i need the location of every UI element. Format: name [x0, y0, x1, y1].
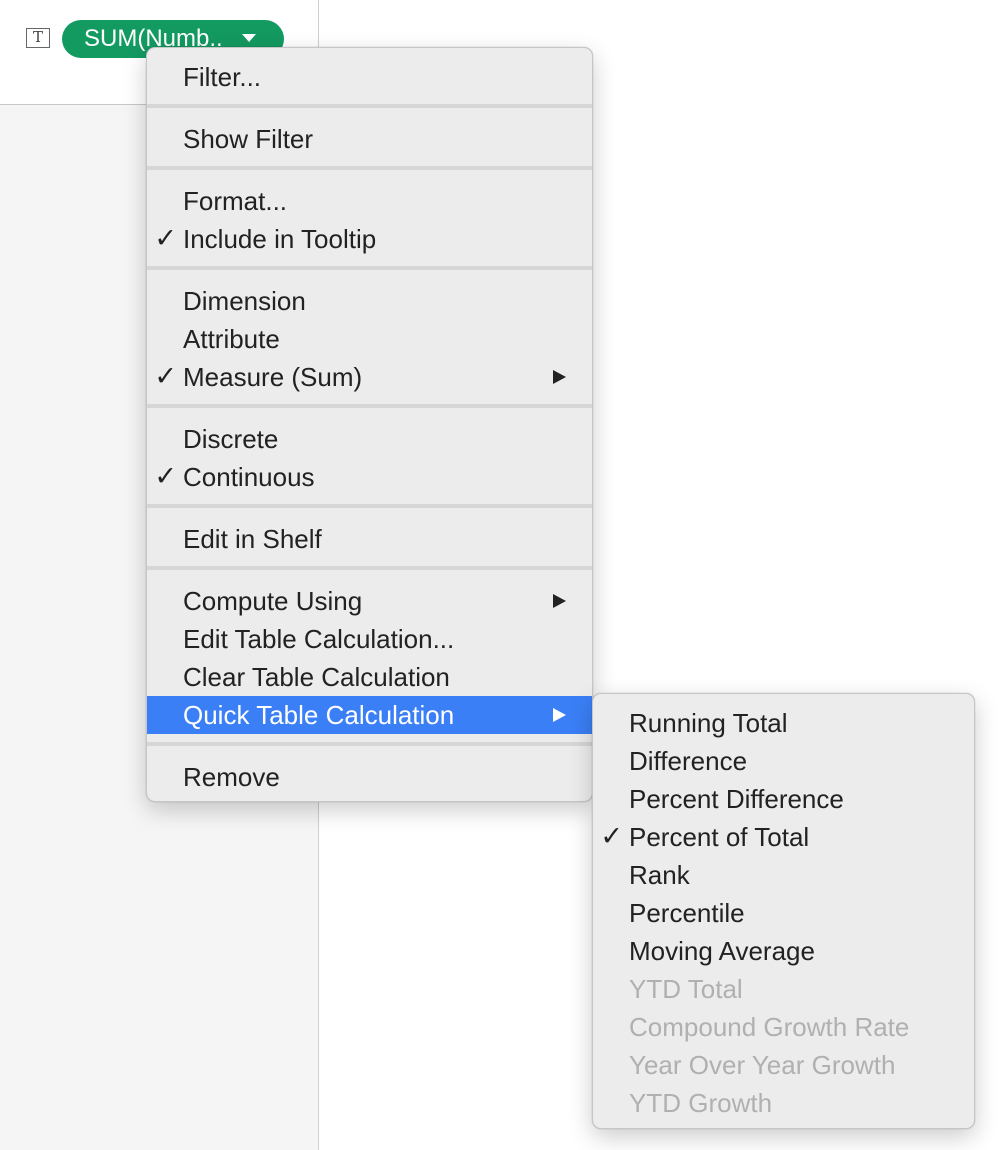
menu-item-format[interactable]: Format...	[147, 182, 592, 220]
submenu-item-compound-growth-rate: Compound Growth Rate	[593, 1008, 974, 1046]
menu-item-label: Show Filter	[183, 124, 314, 154]
text-mark-icon[interactable]: T	[26, 28, 50, 48]
menu-separator	[147, 266, 592, 270]
checkmark-icon: ✓	[600, 821, 623, 852]
submenu-item-percent-difference[interactable]: Percent Difference	[593, 780, 974, 818]
menu-item-label: Difference	[629, 746, 748, 776]
menu-item-label: Dimension	[183, 286, 306, 316]
submenu-item-moving-average[interactable]: Moving Average	[593, 932, 974, 970]
submenu-item-rank[interactable]: Rank	[593, 856, 974, 894]
menu-item-label: Clear Table Calculation	[183, 662, 450, 692]
menu-item-label: Quick Table Calculation	[183, 700, 455, 730]
menu-item-dimension[interactable]: Dimension	[147, 282, 592, 320]
checkmark-icon: ✓	[154, 361, 177, 392]
submenu-item-ytd-growth: YTD Growth	[593, 1084, 974, 1122]
checkmark-icon: ✓	[154, 461, 177, 492]
menu-item-label: Percent Difference	[629, 784, 844, 814]
menu-item-show-filter[interactable]: Show Filter	[147, 120, 592, 158]
menu-item-label: Format...	[183, 186, 288, 216]
menu-item-label: Compound Growth Rate	[629, 1012, 910, 1042]
field-context-menu: Filter... Show Filter Format... ✓ Includ…	[146, 47, 593, 802]
submenu-item-ytd-total: YTD Total	[593, 970, 974, 1008]
menu-item-remove[interactable]: Remove	[147, 758, 592, 796]
menu-item-label: Compute Using	[183, 586, 363, 616]
menu-item-edit-table-calculation[interactable]: Edit Table Calculation...	[147, 620, 592, 658]
menu-item-label: Running Total	[629, 708, 788, 738]
menu-item-measure-sum[interactable]: ✓ Measure (Sum)	[147, 358, 592, 396]
menu-separator	[147, 504, 592, 508]
menu-item-compute-using[interactable]: Compute Using	[147, 582, 592, 620]
menu-item-filter[interactable]: Filter...	[147, 58, 592, 96]
menu-item-attribute[interactable]: Attribute	[147, 320, 592, 358]
submenu-arrow-icon	[553, 370, 566, 384]
menu-item-label: Continuous	[183, 462, 315, 492]
submenu-arrow-icon	[553, 594, 566, 608]
menu-item-label: Measure (Sum)	[183, 362, 363, 392]
menu-item-discrete[interactable]: Discrete	[147, 420, 592, 458]
menu-item-label: Rank	[629, 860, 690, 890]
menu-item-clear-table-calculation[interactable]: Clear Table Calculation	[147, 658, 592, 696]
menu-item-quick-table-calculation[interactable]: Quick Table Calculation	[147, 696, 592, 734]
menu-separator	[147, 404, 592, 408]
submenu-item-difference[interactable]: Difference	[593, 742, 974, 780]
menu-separator	[147, 166, 592, 170]
submenu-item-percent-of-total[interactable]: ✓ Percent of Total	[593, 818, 974, 856]
submenu-arrow-icon	[553, 708, 566, 722]
menu-item-label: Include in Tooltip	[183, 224, 377, 254]
submenu-item-percentile[interactable]: Percentile	[593, 894, 974, 932]
menu-separator	[147, 104, 592, 108]
menu-item-label: Filter...	[183, 62, 262, 92]
menu-item-label: Percentile	[629, 898, 745, 928]
menu-separator	[147, 742, 592, 746]
menu-item-label: Percent of Total	[629, 822, 810, 852]
menu-item-label: Discrete	[183, 424, 279, 454]
menu-item-label: YTD Total	[629, 974, 743, 1004]
menu-item-include-in-tooltip[interactable]: ✓ Include in Tooltip	[147, 220, 592, 258]
submenu-item-year-over-year-growth: Year Over Year Growth	[593, 1046, 974, 1084]
quick-table-calculation-submenu: Running Total Difference Percent Differe…	[592, 693, 975, 1129]
menu-item-label: Moving Average	[629, 936, 815, 966]
menu-item-label: Edit in Shelf	[183, 524, 322, 554]
menu-item-continuous[interactable]: ✓ Continuous	[147, 458, 592, 496]
caret-down-icon[interactable]	[242, 34, 256, 42]
menu-item-edit-in-shelf[interactable]: Edit in Shelf	[147, 520, 592, 558]
menu-item-label: Edit Table Calculation...	[183, 624, 455, 654]
menu-item-label: Attribute	[183, 324, 280, 354]
menu-separator	[147, 566, 592, 570]
checkmark-icon: ✓	[154, 223, 177, 254]
menu-item-label: Year Over Year Growth	[629, 1050, 896, 1080]
menu-item-label: Remove	[183, 762, 280, 792]
menu-item-label: YTD Growth	[629, 1088, 773, 1118]
submenu-item-running-total[interactable]: Running Total	[593, 704, 974, 742]
